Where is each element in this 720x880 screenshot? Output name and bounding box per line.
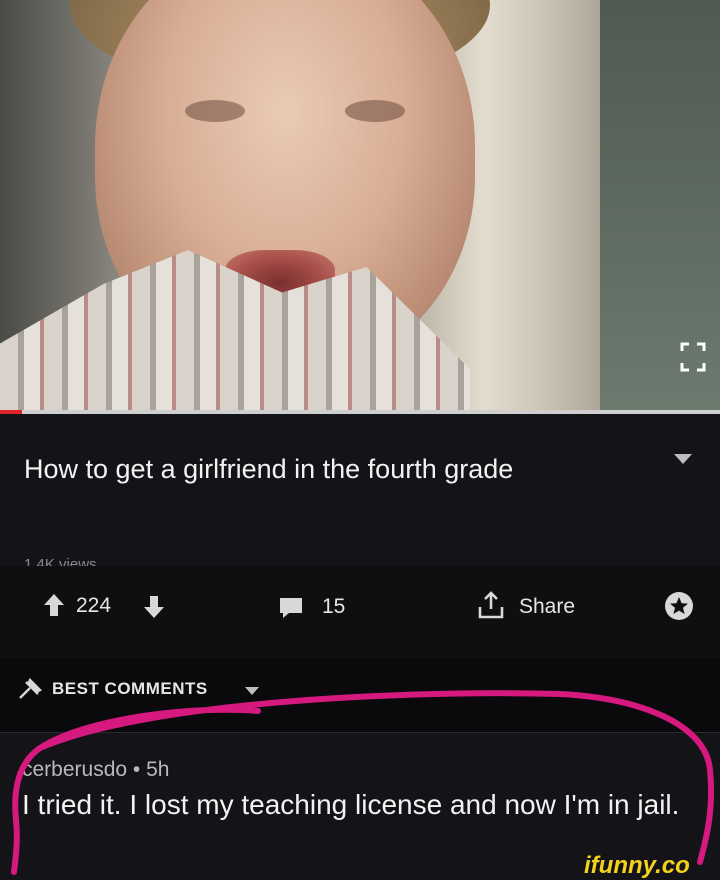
chevron-down-icon[interactable] — [245, 687, 259, 695]
upvote-icon[interactable] — [43, 593, 65, 617]
share-button[interactable]: Share — [519, 595, 575, 619]
upvote-count: 224 — [76, 594, 112, 617]
view-count: 1.4K views — [24, 556, 97, 566]
video-subject-eye — [185, 100, 245, 122]
fullscreen-icon[interactable] — [680, 342, 706, 372]
chevron-down-icon[interactable] — [674, 454, 692, 464]
downvote-icon[interactable] — [143, 595, 165, 619]
comment-icon[interactable] — [278, 596, 304, 620]
comment-text: I tried it. I lost my teaching license a… — [22, 789, 680, 820]
best-comments-sort[interactable]: BEST COMMENTS — [52, 679, 208, 699]
video-subject-eye — [345, 100, 405, 122]
watermark-logo: ifunny.co — [584, 852, 690, 879]
favorite-icon[interactable] — [664, 591, 694, 621]
comment-meta: cerberusdo • 5h — [22, 758, 170, 781]
post-title: How to get a girlfriend in the fourth gr… — [24, 454, 514, 484]
video-player[interactable] — [0, 0, 720, 413]
best-comments-icon — [19, 677, 43, 699]
comment-count: 15 — [322, 595, 346, 618]
divider — [0, 732, 720, 733]
share-icon[interactable] — [477, 590, 505, 620]
